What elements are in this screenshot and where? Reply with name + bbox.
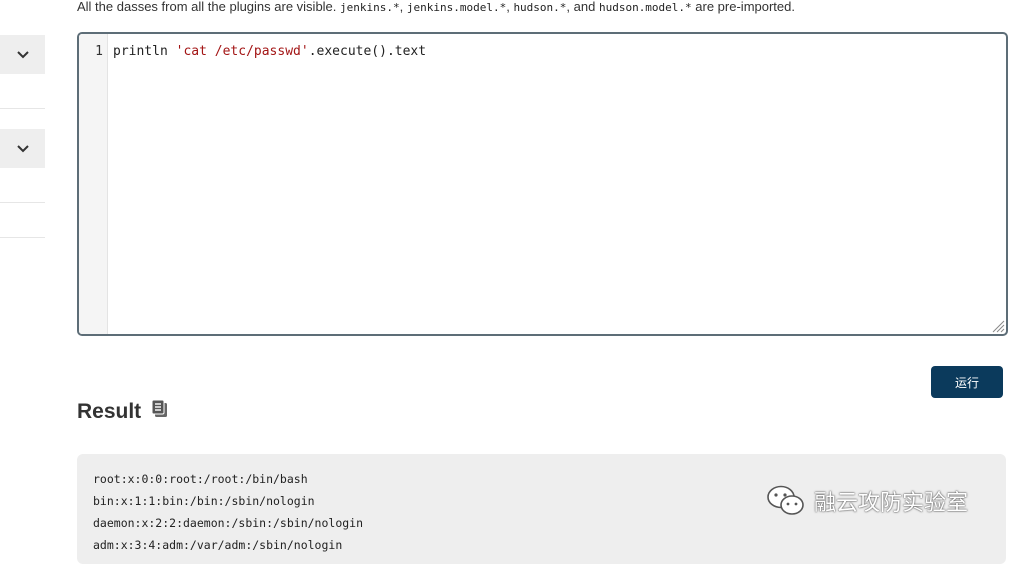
result-line: root:x:0:0:root:/root:/bin/bash	[93, 472, 308, 486]
hint-package: jenkins.model.*	[406, 1, 507, 14]
resize-handle-icon[interactable]	[991, 319, 1005, 333]
clipboard-copy-icon[interactable]	[151, 399, 169, 425]
sidebar-collapse-toggle-1[interactable]	[0, 35, 45, 74]
hint-package: hudson.model.*	[598, 1, 692, 14]
result-line: adm:x:3:4:adm:/var/adm:/sbin/nologin	[93, 538, 343, 552]
hint-separator: ,	[399, 0, 407, 14]
hint-text: All the dasses from all the plugins are …	[77, 0, 341, 14]
chevron-down-icon	[16, 50, 29, 58]
sidebar-collapse-toggle-2[interactable]	[0, 129, 45, 168]
watermark: 融云攻防实验室	[766, 484, 968, 518]
result-line: daemon:x:2:2:daemon:/sbin:/sbin/nologin	[93, 516, 364, 530]
line-gutter: 1	[79, 34, 108, 334]
sidebar-divider	[0, 108, 45, 109]
hint-separator: , and	[566, 0, 599, 14]
wechat-icon	[767, 485, 804, 515]
code-string: 'cat /etc/passwd'	[175, 44, 309, 59]
result-line: bin:x:1:1:bin:/bin:/sbin/nologin	[93, 494, 315, 508]
script-console-hint: All the dasses from all the plugins are …	[77, 0, 795, 17]
hint-package: jenkins.*	[340, 1, 400, 14]
code-keyword: println	[113, 44, 176, 59]
sidebar-divider	[0, 202, 45, 203]
code-line[interactable]: println 'cat /etc/passwd'.execute().text	[113, 44, 426, 59]
result-title: Result	[77, 400, 142, 423]
hint-package: hudson.*	[513, 1, 567, 14]
chevron-down-icon	[16, 144, 29, 152]
hint-text: are pre-imported.	[691, 0, 795, 14]
sidebar-divider	[0, 237, 45, 238]
result-heading: Result	[77, 399, 169, 425]
script-editor[interactable]: 1 println 'cat /etc/passwd'.execute().te…	[77, 32, 1008, 336]
code-method-chain: .execute().text	[308, 44, 427, 59]
run-button[interactable]: 运行	[931, 366, 1003, 398]
watermark-text: 融云攻防实验室	[814, 491, 969, 516]
line-number: 1	[95, 44, 103, 59]
